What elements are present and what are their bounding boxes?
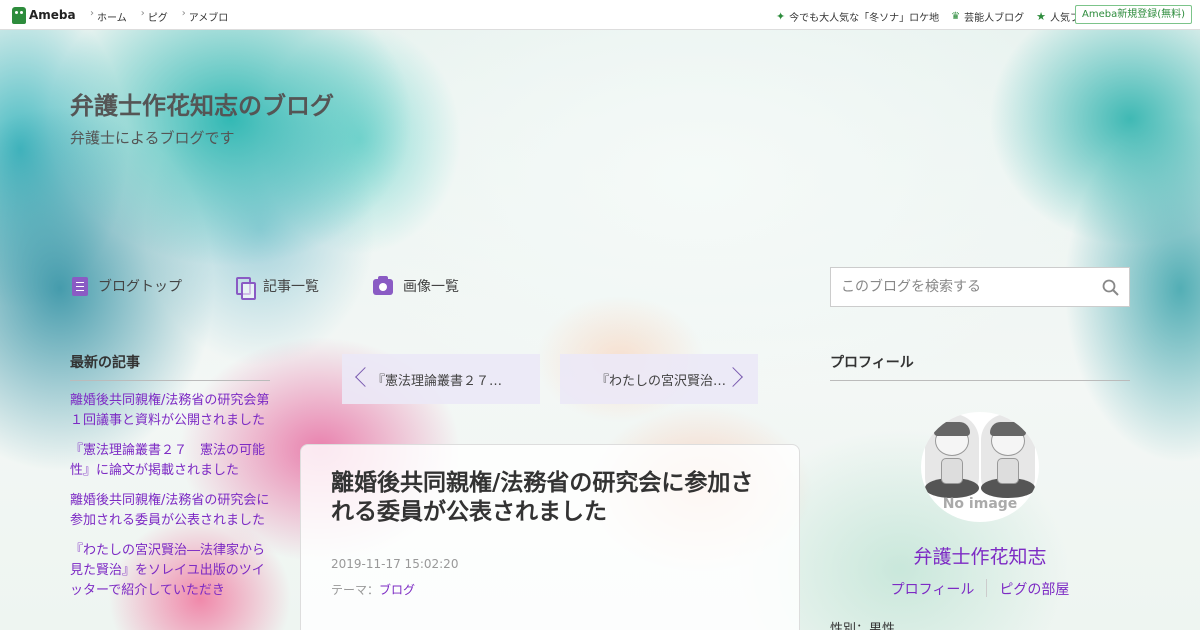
recent-entry-link[interactable]: 『わたしの宮沢賢治―法律家から見た賢治』をソレイユ出版のツイッターで紹介していた… [70, 541, 270, 601]
avatar-girl-image [981, 414, 1035, 498]
article-theme: テーマ：ブログ [331, 581, 769, 598]
profile-gender: 性別：男性 [830, 622, 896, 630]
recent-entry-link[interactable]: 『憲法理論叢書２７ 憲法の可能性』に論文が掲載されました [70, 441, 270, 481]
nav-blog-top[interactable]: ブログトップ [72, 276, 182, 296]
ameba-logo[interactable]: Ameba [12, 6, 76, 24]
ameba-nav: ホーム ピグ アメブロ [90, 8, 229, 24]
nav-entry-list-label: 記事一覧 [263, 279, 319, 295]
article-theme-label: テーマ： [331, 583, 380, 597]
winter-sonata-label: 今でも大人気な「冬ソナ」ロケ地 [789, 13, 940, 24]
nav-entry-list[interactable]: 記事一覧 [236, 276, 319, 300]
blog-description: 弁護士によるブログです [70, 129, 235, 147]
next-entry-button[interactable]: 『わたしの宮沢賢治… [560, 354, 758, 404]
celebrity-blog-label: 芸能人ブログ [964, 13, 1025, 24]
profile-section: プロフィール No image 弁護士作花知志 プロフィール ピグの部屋 性別：… [830, 352, 1130, 630]
pig-room-link[interactable]: ピグの部屋 [987, 579, 1081, 599]
search-icon[interactable] [1102, 279, 1119, 296]
recent-entry-link[interactable]: 離婚後共同親権/法務省の研究会に参加される委員が公表されました [70, 491, 270, 531]
ameba-header: Ameba ホーム ピグ アメブロ ✦ 今でも大人気な「冬ソナ」ロケ地 ♛ 芸能… [0, 0, 1200, 30]
avatar[interactable]: No image [921, 412, 1039, 522]
crown-icon: ♛ [951, 11, 961, 22]
star-icon: ★ [1036, 10, 1046, 23]
ameba-logo-icon [12, 6, 26, 24]
copy-icon [236, 276, 256, 300]
no-image-label: No image [942, 496, 1018, 512]
ameba-logo-text: Ameba [29, 8, 76, 22]
nav-ameblo-link[interactable]: アメブロ [182, 8, 229, 24]
avatar-boy-image [925, 414, 979, 498]
nav-image-list-label: 画像一覧 [403, 279, 459, 295]
recent-entry-link[interactable]: 離婚後共同親権/法務省の研究会第１回議事と資料が公開されました [70, 391, 270, 431]
profile-heading: プロフィール [830, 352, 1130, 381]
next-entry-label: 『わたしの宮沢賢治… [595, 373, 726, 389]
prev-entry-button[interactable]: 『憲法理論叢書２７… [342, 354, 540, 404]
signup-button[interactable]: Ameba新規登録(無料) [1074, 5, 1192, 24]
celebrity-blog-link[interactable]: ♛ 芸能人ブログ [951, 9, 1024, 24]
nav-image-list[interactable]: 画像一覧 [373, 276, 459, 296]
winter-sonata-link[interactable]: ✦ 今でも大人気な「冬ソナ」ロケ地 [776, 9, 939, 24]
prev-entry-label: 『憲法理論叢書２７… [372, 373, 503, 389]
nav-pig-link[interactable]: ピグ [141, 8, 168, 24]
search-input[interactable] [831, 268, 1091, 306]
nav-blog-top-label: ブログトップ [98, 279, 182, 295]
nav-home-link[interactable]: ホーム [90, 8, 127, 24]
sparkle-icon: ✦ [775, 10, 786, 23]
article-theme-link[interactable]: ブログ [379, 583, 415, 597]
ameba-right-links: ✦ 今でも大人気な「冬ソナ」ロケ地 ♛ 芸能人ブログ ★ 人気ブログ [776, 9, 1100, 24]
blog-title[interactable]: 弁護士作花知志のブログ [70, 86, 334, 121]
blog-search [830, 267, 1130, 307]
blog-nav: ブログトップ 記事一覧 画像一覧 [72, 276, 513, 300]
article-card: 離婚後共同親権/法務省の研究会に参加される委員が公表されました 2019-11-… [300, 444, 800, 630]
document-icon [72, 276, 88, 296]
chevron-right-icon [723, 367, 743, 387]
recent-entries: 最新の記事 離婚後共同親権/法務省の研究会第１回議事と資料が公開されました 『憲… [70, 352, 270, 611]
camera-icon [373, 276, 393, 295]
article-title[interactable]: 離婚後共同親権/法務省の研究会に参加される委員が公表されました [331, 469, 769, 527]
profile-link[interactable]: プロフィール [879, 579, 987, 599]
profile-name[interactable]: 弁護士作花知志 [830, 542, 1130, 569]
recent-entries-list: 離婚後共同親権/法務省の研究会第１回議事と資料が公開されました 『憲法理論叢書２… [70, 391, 270, 601]
recent-entries-heading: 最新の記事 [70, 352, 270, 381]
profile-links: プロフィール ピグの部屋 [830, 579, 1130, 599]
article-date: 2019-11-17 15:02:20 [331, 557, 459, 571]
